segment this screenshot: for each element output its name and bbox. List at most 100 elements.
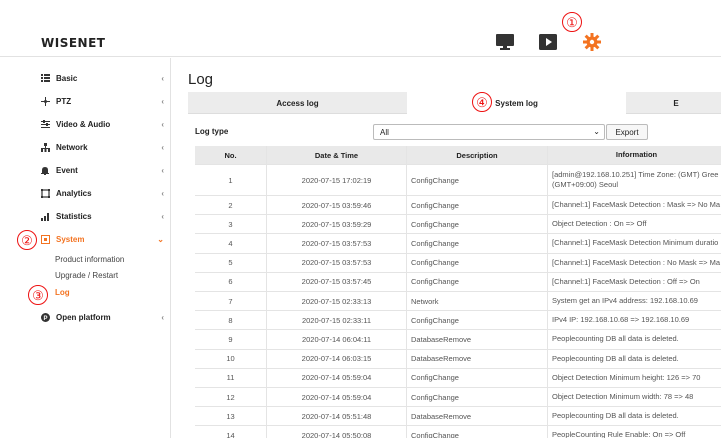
- wisenet-logo: WISENET: [41, 36, 106, 50]
- cell-description: ConfigChange: [407, 215, 548, 234]
- sidebar-item-label: Analytics: [56, 188, 92, 198]
- move-icon: [40, 96, 50, 106]
- column-header-description[interactable]: Description: [407, 146, 548, 164]
- chevron-left-icon: ‹: [161, 165, 164, 175]
- cell-no: 3: [195, 215, 267, 234]
- cell-description: ConfigChange: [407, 165, 548, 195]
- table-row: 10 2020-07-14 06:03:15 DatabaseRemove Peopl…: [195, 349, 721, 369]
- sidebar-item-label: Statistics: [56, 211, 92, 221]
- cell-date-time: 2020-07-15 03:59:29: [267, 215, 407, 234]
- export-button[interactable]: Export: [606, 124, 648, 140]
- table-row: 6 2020-07-15 03:57:45 ConfigChange [Channel…: [195, 272, 721, 292]
- log-tabs: Access log System log E: [188, 92, 721, 114]
- cell-date-time: 2020-07-15 03:57:53: [267, 234, 407, 253]
- cell-description: DatabaseRemove: [407, 407, 548, 426]
- cell-description: ConfigChange: [407, 196, 548, 215]
- table-row: 2 2020-07-15 03:59:46 ConfigChange [Channel…: [195, 196, 721, 216]
- chevron-down-icon: ⌄: [157, 234, 164, 244]
- cell-date-time: 2020-07-15 03:57:45: [267, 272, 407, 291]
- annotation-marker-1: ①: [562, 12, 582, 32]
- sidebar-item-label: Network: [56, 142, 88, 152]
- table-row: 7 2020-07-15 02:33:13 Network System get an…: [195, 292, 721, 312]
- column-header-date-time[interactable]: Date & Time: [267, 146, 407, 164]
- cell-description: DatabaseRemove: [407, 349, 548, 368]
- table-row: 1 2020-07-15 17:02:19 ConfigChange [admin@1…: [195, 165, 721, 196]
- sidebar-item-network[interactable]: Network ‹: [40, 139, 164, 155]
- cell-date-time: 2020-07-15 17:02:19: [267, 165, 407, 195]
- cell-information: Object Detection Minimum width: 78 => 48: [552, 392, 694, 402]
- tab-access-log[interactable]: Access log: [188, 92, 407, 114]
- chevron-left-icon: ‹: [161, 211, 164, 221]
- system-icon: [40, 234, 50, 244]
- sidebar-subitem-product-information[interactable]: Product information: [55, 255, 124, 264]
- cell-information: PeopleCounting Rule Enable: On => Off: [552, 430, 686, 438]
- log-type-label: Log type: [195, 127, 229, 136]
- column-header-information[interactable]: Information: [548, 146, 721, 164]
- table-row: 14 2020-07-14 05:50:08 ConfigChange PeopleC…: [195, 426, 721, 438]
- cell-information: IPv4 IP: 192.168.10.68 => 192.168.10.69: [552, 315, 690, 325]
- sidebar-item-label: Event: [56, 165, 78, 175]
- sidebar-item-analytics[interactable]: Analytics ‹: [40, 185, 164, 201]
- cell-information: Peoplecounting DB all data is deleted.: [552, 334, 679, 344]
- sidebar-item-video-audio[interactable]: Video & Audio ‹: [40, 116, 164, 132]
- table-row: 3 2020-07-15 03:59:29 ConfigChange Object D…: [195, 215, 721, 235]
- sidebar-item-statistics[interactable]: Statistics ‹: [40, 208, 164, 224]
- log-type-select[interactable]: All ⌄: [373, 124, 605, 140]
- cell-date-time: 2020-07-14 06:03:15: [267, 349, 407, 368]
- cell-date-time: 2020-07-15 03:59:46: [267, 196, 407, 215]
- annotation-marker-4: ④: [472, 92, 492, 112]
- cell-no: 13: [195, 407, 267, 426]
- cell-information: [Channel:1] FaceMask Detection : No Mask…: [552, 257, 720, 267]
- cell-no: 5: [195, 253, 267, 272]
- sidebar-item-system[interactable]: System ⌄: [40, 231, 164, 247]
- annotation-marker-3: ③: [28, 285, 48, 305]
- sidebar-item-label: Open platform: [56, 312, 111, 322]
- tab-event-log[interactable]: E: [626, 92, 721, 114]
- sidebar-item-open-platform[interactable]: P Open platform ‹: [40, 309, 164, 325]
- cell-date-time: 2020-07-14 05:50:08: [267, 426, 407, 438]
- cell-date-time: 2020-07-15 02:33:13: [267, 292, 407, 311]
- bell-icon: [40, 165, 50, 175]
- cell-description: ConfigChange: [407, 253, 548, 272]
- log-type-value: All: [380, 127, 389, 137]
- sidebar-item-label: System: [56, 234, 85, 244]
- cell-description: ConfigChange: [407, 368, 548, 387]
- column-header-no[interactable]: No.: [195, 146, 267, 164]
- sidebar-item-label: Video & Audio: [56, 119, 111, 129]
- cell-description: ConfigChange: [407, 311, 548, 330]
- table-row: 12 2020-07-14 05:59:04 ConfigChange Object …: [195, 388, 721, 408]
- chevron-left-icon: ‹: [161, 188, 164, 198]
- chevron-down-icon: ⌄: [593, 127, 600, 136]
- table-header-row: No. Date & Time Description Information: [195, 146, 721, 165]
- table-row: 4 2020-07-15 03:57:53 ConfigChange [Channel…: [195, 234, 721, 254]
- settings-gear-icon[interactable]: [582, 33, 602, 51]
- sidebar-subitem-upgrade-restart[interactable]: Upgrade / Restart: [55, 271, 118, 280]
- cell-no: 7: [195, 292, 267, 311]
- cell-information: Object Detection : On => Off: [552, 219, 647, 229]
- list-icon: [40, 73, 50, 83]
- chevron-left-icon: ‹: [161, 312, 164, 322]
- cell-date-time: 2020-07-15 02:33:11: [267, 311, 407, 330]
- cell-date-time: 2020-07-14 05:59:04: [267, 368, 407, 387]
- cell-no: 2: [195, 196, 267, 215]
- cell-description: ConfigChange: [407, 234, 548, 253]
- sidebar-subitem-log[interactable]: Log: [55, 288, 70, 297]
- cell-information: Peoplecounting DB all data is deleted.: [552, 353, 679, 363]
- analytics-icon: [40, 188, 50, 198]
- table-row: 13 2020-07-14 05:51:48 DatabaseRemove Peopl…: [195, 407, 721, 427]
- bar-chart-icon: [40, 211, 50, 221]
- playback-icon[interactable]: [539, 33, 557, 51]
- cell-no: 9: [195, 330, 267, 349]
- monitor-icon[interactable]: [495, 33, 515, 51]
- sidebar-item-ptz[interactable]: PTZ ‹: [40, 93, 164, 109]
- cell-information: System get an IPv4 address: 192.168.10.6…: [552, 296, 698, 306]
- sidebar-item-event[interactable]: Event ‹: [40, 162, 164, 178]
- cell-description: DatabaseRemove: [407, 330, 548, 349]
- sidebar-item-basic[interactable]: Basic ‹: [40, 70, 164, 86]
- chevron-left-icon: ‹: [161, 119, 164, 129]
- cell-information: [Channel:1] FaceMask Detection : Mask =>…: [552, 200, 720, 210]
- cell-no: 6: [195, 272, 267, 291]
- sidebar-item-label: Basic: [56, 73, 78, 83]
- tab-system-log[interactable]: System log: [407, 92, 626, 114]
- cell-information: [admin@192.168.10.251] Time Zone: (GMT) …: [552, 170, 719, 189]
